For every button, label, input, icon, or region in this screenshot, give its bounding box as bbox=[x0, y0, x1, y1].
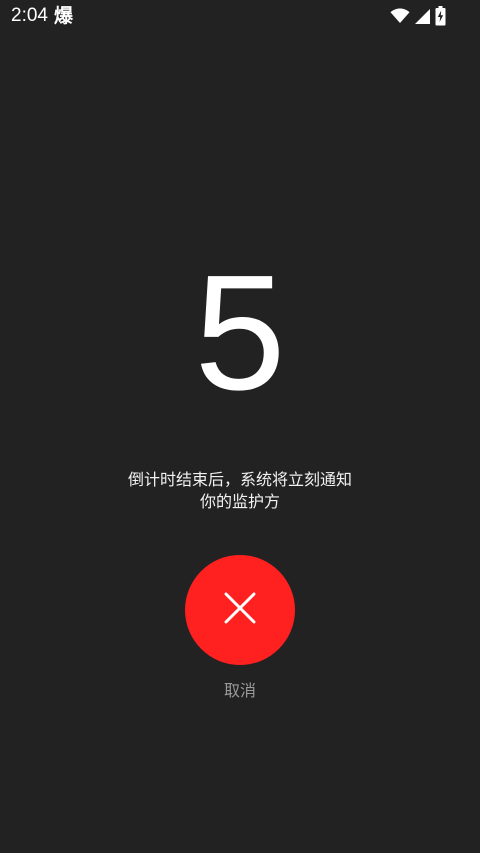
status-icons bbox=[390, 6, 446, 26]
notice-line-2: 你的监护方 bbox=[199, 492, 280, 511]
countdown-number: 5 bbox=[194, 241, 286, 424]
cellular-signal-icon bbox=[414, 8, 431, 25]
cancel-button[interactable] bbox=[185, 555, 295, 665]
status-app-indicator: 爆 bbox=[54, 5, 74, 27]
cancel-label[interactable]: 取消 bbox=[0, 680, 480, 702]
notice-text: 倒计时结束后，系统将立刻通知 你的监护方 bbox=[60, 469, 420, 513]
wifi-icon bbox=[390, 8, 410, 24]
status-bar: 2:04 爆 bbox=[0, 0, 480, 32]
status-time: 2:04 bbox=[11, 5, 48, 26]
close-icon bbox=[224, 592, 256, 628]
battery-charging-icon bbox=[435, 6, 446, 26]
notice-line-1: 倒计时结束后，系统将立刻通知 bbox=[127, 470, 352, 489]
